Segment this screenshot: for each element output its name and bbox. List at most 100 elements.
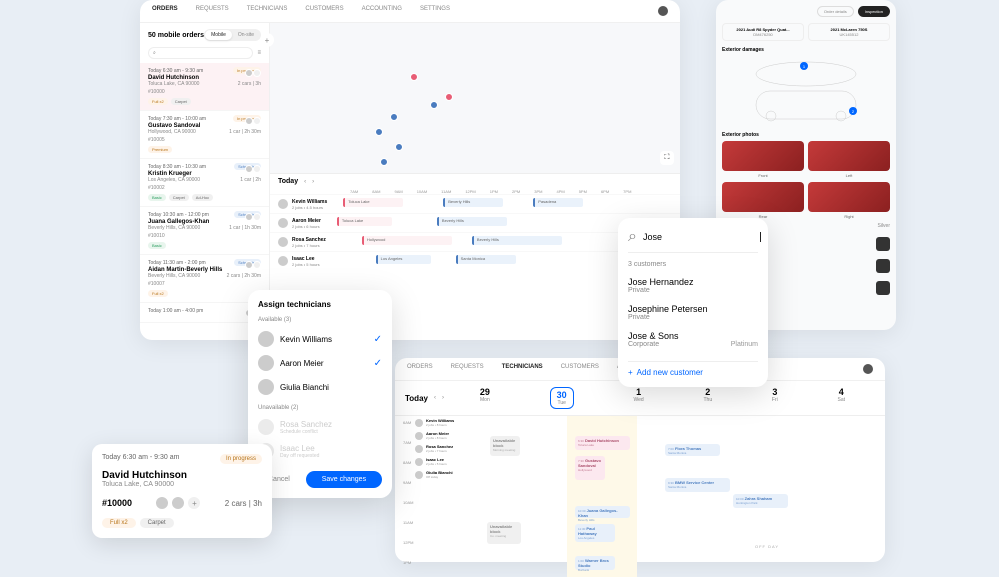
detail-thumb[interactable] xyxy=(876,281,890,295)
calendar-day[interactable]: 2Thu xyxy=(703,387,712,409)
calendar-day[interactable]: 4Sat xyxy=(838,387,846,409)
calendar-event[interactable]: 1:00 Warner Bros StudioBurbank xyxy=(575,556,615,570)
map-marker[interactable] xyxy=(375,128,383,136)
calendar-event[interactable]: Unavailable blockMorning meeting xyxy=(490,436,520,456)
nav-requests[interactable]: REQUESTS xyxy=(451,364,484,374)
calendar-event[interactable]: 6:30 David HutchinsonToluca Lake xyxy=(575,436,630,450)
calendar-prev[interactable]: ‹ xyxy=(434,395,436,401)
customer-search-input[interactable] xyxy=(643,232,761,242)
add-tech-button[interactable]: + xyxy=(187,496,201,510)
tech-avatar[interactable] xyxy=(415,445,423,453)
customer-result-row[interactable]: Jose HernandezPrivate xyxy=(628,272,758,299)
tech-avatar[interactable] xyxy=(278,199,288,209)
nav-orders[interactable]: ORDERS xyxy=(152,6,178,16)
timeline-bar[interactable]: Beverly Hills xyxy=(443,198,503,207)
photo-right[interactable] xyxy=(808,182,890,212)
tech-avatar[interactable] xyxy=(278,218,288,228)
calendar-day[interactable]: 29Mon xyxy=(480,387,490,409)
add-tech-button[interactable] xyxy=(253,213,261,221)
tech-avatar[interactable] xyxy=(415,432,423,440)
toggle-mobile[interactable]: Mobile xyxy=(205,30,232,40)
nav-accounting[interactable]: ACCOUNTING xyxy=(362,6,402,16)
nav-requests[interactable]: REQUESTS xyxy=(196,6,229,16)
timeline-bar[interactable]: Pasadena xyxy=(533,198,583,207)
timeline-bar[interactable]: Toluca Lake xyxy=(343,198,403,207)
tech-avatar[interactable] xyxy=(278,237,288,247)
timeline-bar[interactable]: Los Angeles xyxy=(376,255,431,264)
tech-avatar[interactable] xyxy=(415,419,423,427)
nav-customers[interactable]: CUSTOMERS xyxy=(561,364,599,374)
order-card[interactable]: In progress Today 7:30 am - 10:00 am Gus… xyxy=(140,111,269,159)
map-marker[interactable] xyxy=(430,101,438,109)
timeline-bar[interactable]: Beverly Hills xyxy=(472,236,562,245)
map-marker[interactable] xyxy=(380,158,388,166)
calendar-event[interactable]: 7:30 Gustavo SandovalHollywood xyxy=(575,456,605,480)
add-tech-button[interactable] xyxy=(253,69,261,77)
save-changes-button[interactable]: Save changes xyxy=(306,471,382,488)
nav-customers[interactable]: CUSTOMERS xyxy=(305,6,343,16)
tech-avatar[interactable] xyxy=(278,256,288,266)
tech-avatar[interactable] xyxy=(415,458,423,466)
tech-avatar[interactable] xyxy=(155,496,169,510)
assign-tech-row[interactable]: Giulia Bianchi xyxy=(258,375,382,399)
customer-result-row[interactable]: Jose & SonsCorporatePlatinum xyxy=(628,326,758,353)
add-tech-button[interactable] xyxy=(253,117,261,125)
timeline-bar[interactable]: Santa Monica xyxy=(456,255,516,264)
calendar-event[interactable]: 9:30 BMW Service CenterSanta Monica xyxy=(665,478,730,492)
car-card[interactable]: 2021 McLaren 750S UK145512 xyxy=(808,23,890,41)
customer-result-row[interactable]: Josephine PetersenPrivate xyxy=(628,299,758,326)
add-tech-button[interactable] xyxy=(253,261,261,269)
nav-technicians[interactable]: TECHNICIANS xyxy=(247,6,288,16)
calendar-day[interactable]: 3Fri xyxy=(772,387,778,409)
photo-left[interactable] xyxy=(808,141,890,171)
calendar-event[interactable]: 10:30 Juana Gallegos-KhanBeverly Hills xyxy=(575,506,630,518)
calendar-event[interactable]: 10:00 Zahra ShahamHuntington Park xyxy=(733,494,788,508)
detail-thumb[interactable] xyxy=(876,237,890,251)
calendar-day[interactable]: 30Tue xyxy=(550,387,574,409)
tech-avatar[interactable] xyxy=(415,471,423,479)
orders-search-input[interactable] xyxy=(148,47,253,59)
nav-settings[interactable]: SETTINGS xyxy=(420,6,450,16)
calendar-event[interactable]: Unavailable blockCo. meeting xyxy=(487,522,521,544)
order-card[interactable]: In progress Today 6:30 am - 9:30 am Davi… xyxy=(140,63,269,111)
timeline-next[interactable]: › xyxy=(312,179,314,185)
map-add-button[interactable]: + xyxy=(260,33,274,47)
calendar-next[interactable]: › xyxy=(442,395,444,401)
car-damage-diagram[interactable]: 1 2 xyxy=(722,56,890,126)
timeline-prev[interactable]: ‹ xyxy=(304,179,306,185)
tech-avatar[interactable] xyxy=(245,117,253,125)
tab-order-details[interactable]: Order details xyxy=(817,6,854,17)
assign-tech-row[interactable]: Aaron Meier✓ xyxy=(258,351,382,375)
filter-icon[interactable]: ≡ xyxy=(257,50,261,56)
add-tech-button[interactable] xyxy=(253,165,261,173)
nav-orders[interactable]: ORDERS xyxy=(407,364,433,374)
orders-type-toggle[interactable]: Mobile On-site xyxy=(204,29,261,41)
timeline-bar[interactable]: Toluca Lake xyxy=(337,217,392,226)
nav-technicians[interactable]: TECHNICIANS xyxy=(502,364,543,374)
timeline-bar[interactable]: Hollywood xyxy=(362,236,452,245)
photo-rear[interactable] xyxy=(722,182,804,212)
tech-avatar[interactable] xyxy=(245,261,253,269)
calendar-event[interactable]: 7:00 Flora ThomasSanta Monica xyxy=(665,444,720,456)
calendar-grid[interactable]: 6AM7AM8AM9AM10AM11AM12PM1PM Kevin Willia… xyxy=(395,415,885,577)
user-avatar[interactable] xyxy=(863,364,873,374)
order-card[interactable]: Scheduled Today 8:30 am - 10:30 am Krist… xyxy=(140,159,269,207)
map-marker[interactable] xyxy=(395,143,403,151)
tech-avatar[interactable] xyxy=(171,496,185,510)
tech-avatar[interactable] xyxy=(245,213,253,221)
tech-avatar[interactable] xyxy=(245,165,253,173)
map-marker[interactable] xyxy=(410,73,418,81)
photo-front[interactable] xyxy=(722,141,804,171)
tech-avatar[interactable] xyxy=(245,69,253,77)
order-card[interactable]: Scheduled Today 10:30 am - 12:00 pm Juan… xyxy=(140,207,269,255)
user-avatar[interactable] xyxy=(658,6,668,16)
add-new-customer-button[interactable]: + Add new customer xyxy=(628,361,758,377)
assign-tech-row[interactable]: Kevin Williams✓ xyxy=(258,327,382,351)
calendar-event[interactable]: 11:30 Paul HathawayLos Angeles xyxy=(575,524,615,542)
map-marker[interactable] xyxy=(390,113,398,121)
timeline-bar[interactable]: Beverly Hills xyxy=(437,217,507,226)
toggle-onsite[interactable]: On-site xyxy=(232,30,260,40)
detail-thumb[interactable] xyxy=(876,259,890,273)
map-expand-icon[interactable]: ⛶ xyxy=(660,151,674,165)
car-card[interactable]: 2021 Audi R8 Spyder Quat... DM476250 xyxy=(722,23,804,41)
